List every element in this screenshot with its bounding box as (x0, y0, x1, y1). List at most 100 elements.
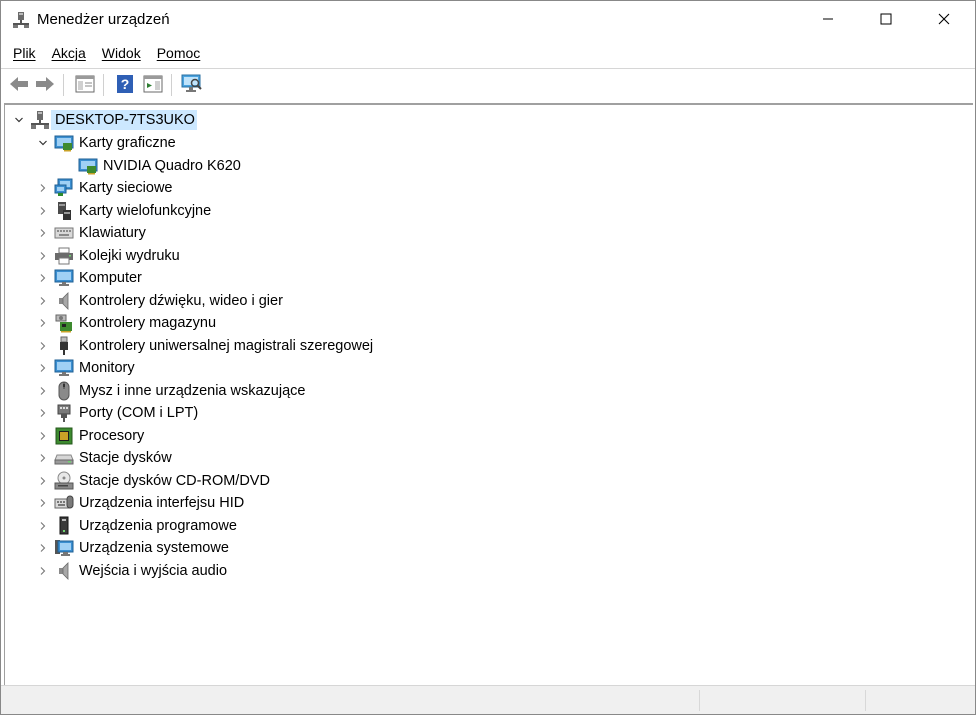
tree-item-label: Wejścia i wyjścia audio (79, 563, 228, 579)
tree-item-cdrom[interactable]: Stacje dysków CD-ROM/DVD (35, 470, 272, 492)
tree-item-sound-controllers[interactable]: Kontrolery dźwięku, wideo i gier (35, 290, 285, 312)
tree-item-disk-drives[interactable]: Stacje dysków (35, 447, 174, 469)
menu-action[interactable]: Akcja (46, 39, 94, 67)
port-icon (53, 402, 75, 424)
chevron-right-icon[interactable] (35, 492, 51, 514)
maximize-button[interactable] (857, 1, 915, 39)
tree-item-label: Kontrolery uniwersalnej magistrali szere… (79, 338, 374, 354)
toolbar: ? (1, 68, 975, 100)
tree-item-ports[interactable]: Porty (COM i LPT) (35, 402, 200, 424)
status-bar (1, 685, 975, 714)
tree-item-label: Mysz i inne urządzenia wskazujące (79, 383, 306, 399)
chevron-right-icon[interactable] (35, 290, 51, 312)
chevron-right-icon[interactable] (35, 245, 51, 267)
tree-item-label: Procesory (79, 428, 145, 444)
chevron-right-icon[interactable] (35, 177, 51, 199)
chevron-right-icon[interactable] (35, 447, 51, 469)
title-bar: Menedżer urządzeń (1, 1, 975, 39)
chevron-right-icon[interactable] (35, 560, 51, 582)
chevron-right-icon[interactable] (35, 312, 51, 334)
software-device-icon (53, 515, 75, 537)
chevron-right-icon[interactable] (35, 425, 51, 447)
chevron-right-icon[interactable] (35, 267, 51, 289)
tree-item-storage-controllers[interactable]: Kontrolery magazynu (35, 312, 218, 334)
device-manager-window: Menedżer urządzeń Plik Akcja Widok Pomoc (0, 0, 976, 715)
cd-rom-icon (53, 470, 75, 492)
tree-item-network-adapters[interactable]: Karty sieciowe (35, 177, 174, 199)
menu-file[interactable]: Plik (7, 39, 44, 67)
tree-item-keyboards[interactable]: Klawiatury (35, 222, 148, 244)
tree-item-audio-io[interactable]: Wejścia i wyjścia audio (35, 560, 229, 582)
tree-item-label: Kontrolery dźwięku, wideo i gier (79, 293, 283, 309)
tree-item-computer[interactable]: Komputer (35, 267, 144, 289)
forward-button[interactable] (33, 73, 57, 97)
tree-item-system-devices[interactable]: Urządzenia systemowe (35, 537, 231, 559)
chevron-right-icon[interactable] (35, 402, 51, 424)
maximize-icon (880, 12, 892, 28)
tree-item-mice[interactable]: Mysz i inne urządzenia wskazujące (35, 380, 307, 402)
back-arrow-icon (9, 76, 29, 95)
tree-item-print-queues[interactable]: Kolejki wydruku (35, 245, 182, 267)
scan-hardware-button[interactable] (180, 73, 204, 97)
chevron-right-icon[interactable] (35, 470, 51, 492)
printer-icon (53, 245, 75, 267)
tree-root[interactable]: DESKTOP-7TS3UKO (11, 109, 197, 131)
tree-item-label: Karty graficzne (79, 135, 176, 151)
storage-controller-icon (53, 312, 75, 334)
tree-item-monitors[interactable]: Monitory (35, 357, 137, 379)
system-devices-icon (53, 537, 75, 559)
chevron-right-icon[interactable] (35, 537, 51, 559)
menu-view[interactable]: Widok (96, 39, 149, 67)
chevron-right-icon[interactable] (35, 515, 51, 537)
properties-icon (75, 75, 95, 96)
chevron-down-icon[interactable] (35, 132, 51, 154)
device-tree: DESKTOP-7TS3UKO Karty graficzne NVIDIA Q… (4, 103, 973, 685)
tree-item-label: Kontrolery magazynu (79, 315, 217, 331)
monitor-icon (53, 357, 75, 379)
tree-item-software-devices[interactable]: Urządzenia programowe (35, 515, 239, 537)
tree-device-nvidia[interactable]: NVIDIA Quadro K620 (75, 155, 243, 177)
tree-item-multifunction[interactable]: Karty wielofunkcyjne (35, 200, 213, 222)
tree-item-processors[interactable]: Procesory (35, 425, 146, 447)
tree-item-label: Stacje dysków (79, 450, 172, 466)
chevron-right-icon[interactable] (35, 200, 51, 222)
tree-item-label: Urządzenia systemowe (79, 540, 229, 556)
usb-plug-icon (53, 335, 75, 357)
forward-arrow-icon (35, 76, 55, 95)
disk-drive-icon (53, 447, 75, 469)
close-button[interactable] (915, 1, 973, 39)
show-hide-pane-button[interactable] (141, 73, 165, 97)
tree-item-label: NVIDIA Quadro K620 (103, 158, 241, 174)
back-button[interactable] (7, 73, 31, 97)
multifunction-card-icon (53, 200, 75, 222)
scan-hardware-icon (181, 74, 203, 97)
help-button[interactable]: ? (113, 73, 137, 97)
menu-help[interactable]: Pomoc (151, 39, 209, 67)
minimize-icon (822, 12, 834, 28)
chevron-right-icon[interactable] (35, 222, 51, 244)
display-adapter-icon (53, 132, 75, 154)
status-bar-divider (699, 690, 700, 711)
window-title: Menedżer urządzeń (37, 11, 170, 28)
tree-item-label: Stacje dysków CD-ROM/DVD (79, 473, 270, 489)
display-adapter-icon (77, 155, 99, 177)
chevron-right-icon[interactable] (35, 380, 51, 402)
tree-item-label: Urządzenia programowe (79, 518, 237, 534)
tree-item-label: Karty sieciowe (79, 180, 173, 196)
toolbar-separator (171, 74, 172, 96)
toolbar-separator (63, 74, 64, 96)
tree-item-usb-controllers[interactable]: Kontrolery uniwersalnej magistrali szere… (35, 335, 375, 357)
tree-item-hid[interactable]: Urządzenia interfejsu HID (35, 492, 246, 514)
close-icon (938, 12, 950, 28)
tree-item-label: Porty (COM i LPT) (79, 405, 199, 421)
chevron-right-icon[interactable] (35, 335, 51, 357)
chevron-right-icon[interactable] (35, 357, 51, 379)
tree-item-label: Komputer (79, 270, 142, 286)
minimize-button[interactable] (799, 1, 857, 39)
tree-item-display-adapters[interactable]: Karty graficzne (35, 132, 178, 154)
chevron-down-icon[interactable] (11, 109, 27, 131)
tree-item-label: Urządzenia interfejsu HID (79, 495, 245, 511)
properties-button[interactable] (73, 73, 97, 97)
toolbar-separator (103, 74, 104, 96)
tree-root-label: DESKTOP-7TS3UKO (51, 110, 197, 130)
